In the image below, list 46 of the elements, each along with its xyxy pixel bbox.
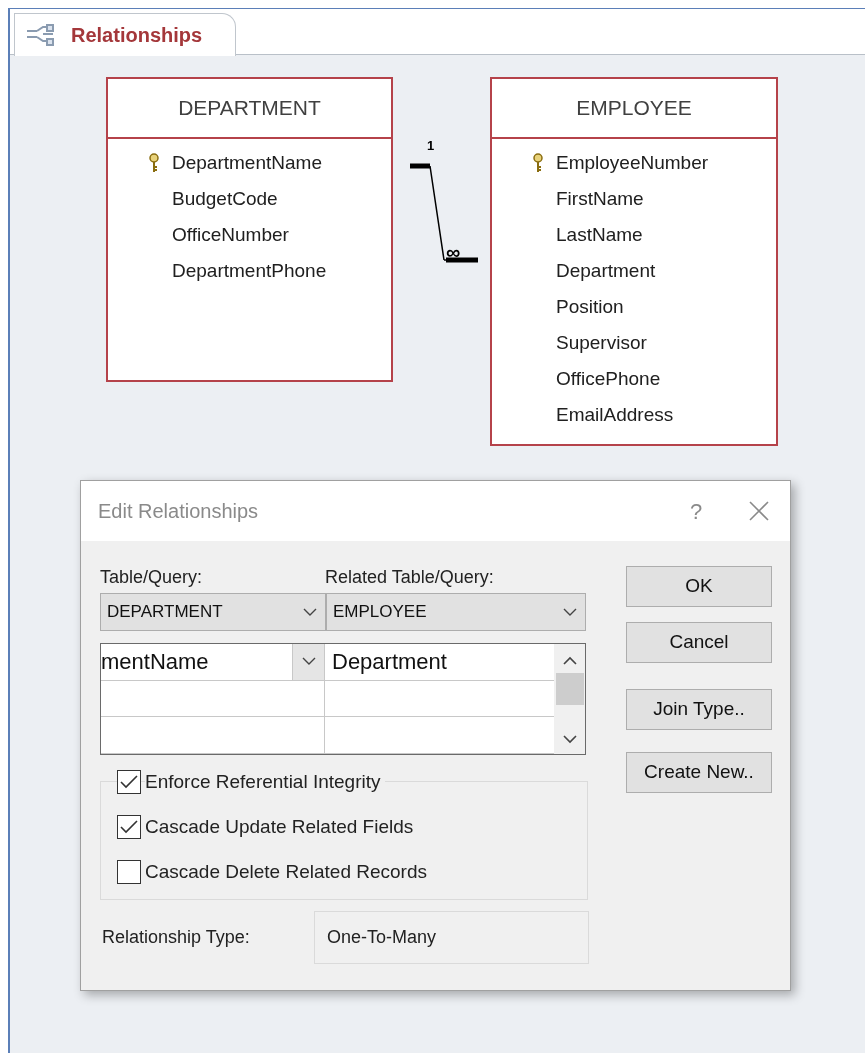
dialog-button[interactable]: Cancel — [626, 622, 772, 663]
check-icon — [120, 820, 138, 834]
grid-cell[interactable]: mentName — [101, 644, 325, 680]
one-label: 1 — [427, 139, 435, 152]
field-name[interactable]: OfficeNumber — [172, 220, 289, 250]
dropdown[interactable]: EMPLOYEE — [326, 593, 586, 631]
field-label: Table/Query: — [100, 566, 204, 589]
field-name[interactable]: BudgetCode — [172, 184, 278, 214]
dialog-button[interactable]: Create New.. — [626, 752, 772, 793]
field-name[interactable]: Department — [556, 256, 656, 286]
dialog-button[interactable]: Join Type.. — [626, 689, 772, 730]
dialog-title: Edit Relationships — [98, 499, 260, 524]
scroll-thumb[interactable] — [555, 673, 584, 705]
scrollbar[interactable] — [554, 644, 585, 754]
grid-cell[interactable]: Department — [325, 644, 554, 680]
dropdown[interactable]: DEPARTMENT — [100, 593, 326, 631]
checkbox[interactable] — [117, 815, 141, 839]
relationships-icon — [25, 23, 57, 47]
many-label: ∞ — [446, 242, 461, 262]
chevron-down-icon — [303, 607, 317, 617]
check-icon — [120, 775, 138, 789]
field-name[interactable]: DepartmentPhone — [172, 256, 327, 286]
table-title: DEPARTMENT — [178, 95, 321, 122]
field-label: Relationship Type: — [101, 926, 251, 949]
field-name[interactable]: Supervisor — [556, 328, 647, 358]
checkbox[interactable] — [117, 770, 141, 794]
field-name[interactable]: FirstName — [556, 184, 644, 214]
field-name[interactable]: OfficePhone — [556, 364, 661, 394]
close-icon — [748, 500, 770, 522]
field-name[interactable]: LastName — [556, 220, 643, 250]
table-title: EMPLOYEE — [576, 95, 692, 122]
relationship-type-value: One-To-Many — [314, 911, 589, 964]
chevron-down-icon — [563, 607, 577, 617]
field-name[interactable]: EmployeeNumber — [556, 148, 709, 178]
chevron-down-icon — [301, 657, 316, 667]
field-label: Related Table/Query: — [325, 566, 494, 589]
relationships-tab[interactable]: Relationships — [14, 13, 236, 56]
scroll-up-icon[interactable] — [562, 656, 577, 665]
key-icon — [532, 153, 544, 173]
field-name[interactable]: EmailAddress — [556, 400, 674, 430]
checkbox[interactable] — [117, 860, 141, 884]
scroll-down-icon[interactable] — [562, 735, 577, 744]
field-name[interactable]: Position — [556, 292, 624, 322]
key-icon — [148, 153, 160, 173]
field-name[interactable]: DepartmentName — [172, 148, 322, 178]
dialog-button[interactable]: OK — [626, 566, 772, 607]
